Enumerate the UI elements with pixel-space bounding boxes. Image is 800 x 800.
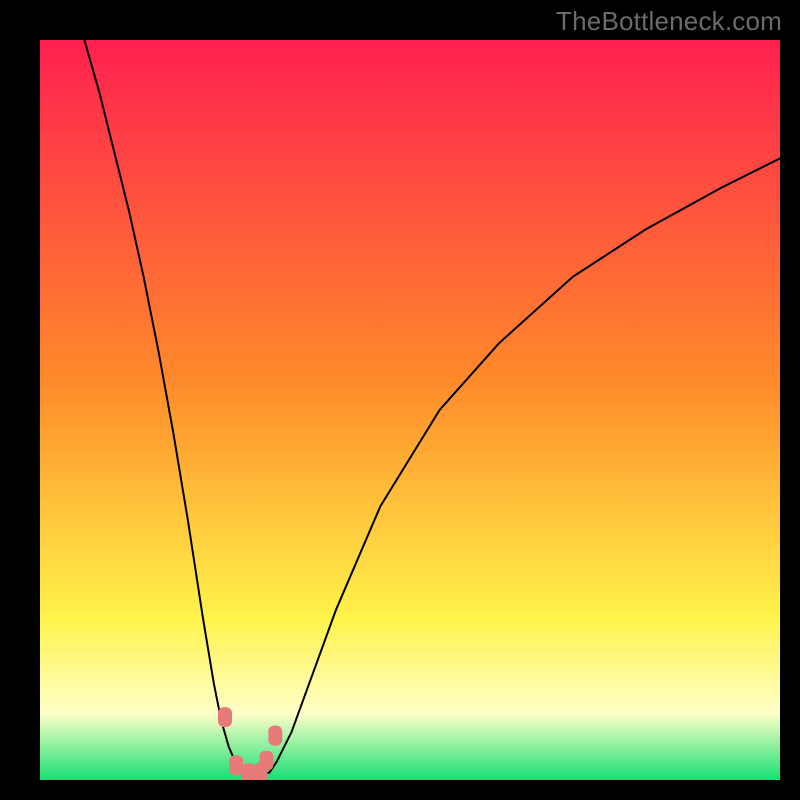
marker-point (218, 707, 232, 727)
marker-point (268, 726, 282, 746)
chart-svg (40, 40, 780, 780)
plot-area (40, 40, 780, 780)
marker-point (229, 755, 243, 775)
marker-point (259, 751, 273, 771)
watermark-text: TheBottleneck.com (556, 6, 782, 37)
gradient-background (40, 40, 780, 780)
chart-frame: TheBottleneck.com (0, 0, 800, 800)
